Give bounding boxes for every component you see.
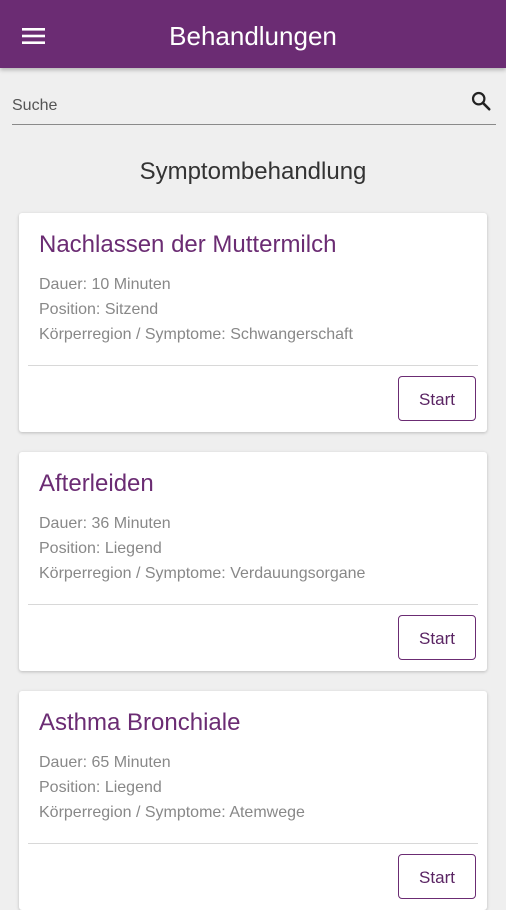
treatment-card: Afterleiden Dauer: 36 Minuten Position: … [19, 452, 487, 671]
treatment-title: Nachlassen der Muttermilch [39, 231, 337, 258]
treatment-region: Körperregion / Symptome: Schwangerschaft [39, 326, 353, 343]
treatment-title: Afterleiden [39, 470, 154, 497]
start-button[interactable]: Start [398, 854, 476, 899]
treatment-duration: Dauer: 36 Minuten [39, 515, 171, 532]
treatment-duration: Dauer: 10 Minuten [39, 276, 171, 293]
search-icon[interactable] [470, 90, 492, 112]
search-input[interactable] [12, 92, 452, 120]
treatment-position: Position: Sitzend [39, 301, 159, 318]
treatment-card: Nachlassen der Muttermilch Dauer: 10 Min… [19, 213, 487, 432]
section-title: Symptombehandlung [139, 158, 367, 185]
hamburger-menu-icon [22, 28, 45, 44]
treatment-position: Position: Liegend [39, 540, 162, 557]
treatment-card: Asthma Bronchiale Dauer: 65 Minuten Posi… [19, 691, 487, 910]
treatment-region: Körperregion / Symptome: Verdauungsorgan… [39, 565, 366, 582]
start-button[interactable]: Start [398, 376, 476, 421]
app-bar: Behandlungen [0, 0, 506, 68]
card-divider [28, 843, 478, 844]
menu-button[interactable] [22, 16, 68, 56]
start-button[interactable]: Start [398, 615, 476, 660]
treatment-title: Asthma Bronchiale [39, 709, 241, 736]
treatment-position: Position: Liegend [39, 779, 162, 796]
treatment-duration: Dauer: 65 Minuten [39, 754, 171, 771]
card-divider [28, 604, 478, 605]
page-title: Behandlungen [169, 21, 337, 51]
card-divider [28, 365, 478, 366]
treatment-region: Körperregion / Symptome: Atemwege [39, 804, 305, 821]
search-bar [12, 84, 496, 125]
